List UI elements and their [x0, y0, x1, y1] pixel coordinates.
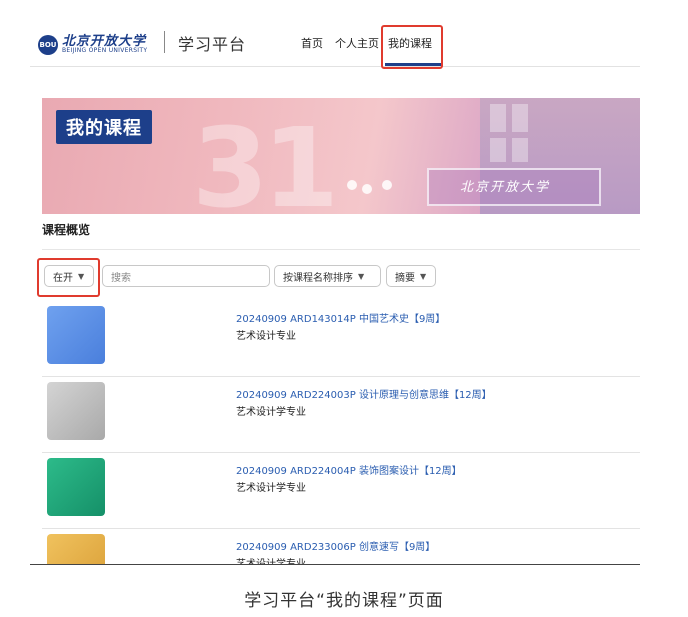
view-dropdown[interactable]: 摘要 ▼	[386, 265, 436, 287]
site-header: BOU 北京开放大学 BEIJING OPEN UNIVERSITY 学习平台 …	[30, 18, 640, 67]
course-item[interactable]: 20240909 ARD224004P 装饰图案设计【12周】 艺术设计学专业	[42, 452, 640, 529]
view-label: 摘要	[395, 272, 415, 284]
platform-title: 学习平台	[178, 35, 247, 54]
highlight-box-my-courses	[381, 25, 443, 69]
course-item[interactable]: 20240909 ARD233006P 创意速写【9周】 艺术设计学专业	[42, 528, 640, 564]
chevron-down-icon: ▼	[420, 271, 427, 281]
building-window	[490, 138, 506, 162]
course-major: 艺术设计学专业	[236, 555, 306, 564]
course-thumbnail[interactable]	[47, 382, 105, 440]
sort-dropdown[interactable]: 按课程名称排序 ▼	[274, 265, 381, 287]
banner: 31 北京开放大学 我的课程	[42, 98, 640, 214]
logo-english-name: BEIJING OPEN UNIVERSITY	[62, 47, 148, 54]
screenshot-frame: BOU 北京开放大学 BEIJING OPEN UNIVERSITY 学习平台 …	[30, 18, 640, 564]
search-placeholder: 搜索	[111, 272, 131, 284]
course-item[interactable]: 20240909 ARD143014P 中国艺术史【9周】 艺术设计专业	[42, 300, 640, 377]
flower-decoration	[347, 180, 357, 190]
course-item[interactable]: 20240909 ARD224003P 设计原理与创意思维【12周】 艺术设计学…	[42, 376, 640, 453]
flower-decoration	[362, 184, 372, 194]
course-title-link[interactable]: 20240909 ARD233006P 创意速写【9周】	[236, 538, 435, 553]
course-thumbnail[interactable]	[47, 458, 105, 516]
banner-decoration: 31	[192, 104, 339, 214]
course-title-link[interactable]: 20240909 ARD143014P 中国艺术史【9周】	[236, 310, 445, 325]
building-window	[512, 104, 528, 132]
nav-home[interactable]: 首页	[301, 35, 323, 51]
course-title-link[interactable]: 20240909 ARD224004P 装饰图案设计【12周】	[236, 462, 462, 477]
university-logo-icon[interactable]: BOU	[38, 35, 58, 55]
building-window	[512, 138, 528, 162]
course-thumbnail[interactable]	[47, 534, 105, 564]
course-thumbnail[interactable]	[47, 306, 105, 364]
course-overview-heading: 课程概览	[42, 223, 91, 237]
figure-caption: 学习平台“我的课程”页面	[244, 591, 444, 611]
search-input[interactable]: 搜索	[102, 265, 270, 287]
chevron-down-icon: ▼	[358, 271, 365, 281]
banner-plate-text: 北京开放大学	[460, 180, 551, 195]
course-major: 艺术设计学专业	[236, 483, 306, 494]
highlight-box-filter	[37, 258, 100, 297]
building-window	[490, 104, 506, 132]
header-divider	[164, 31, 165, 53]
caption-divider	[30, 564, 640, 565]
overview-divider	[42, 249, 640, 250]
course-major: 艺术设计专业	[236, 331, 296, 342]
flower-decoration	[382, 180, 392, 190]
nav-personal-page[interactable]: 个人主页	[335, 35, 379, 51]
sort-label: 按课程名称排序	[283, 272, 353, 284]
course-title-link[interactable]: 20240909 ARD224003P 设计原理与创意思维【12周】	[236, 386, 492, 401]
banner-title: 我的课程	[56, 110, 152, 144]
course-major: 艺术设计学专业	[236, 407, 306, 418]
